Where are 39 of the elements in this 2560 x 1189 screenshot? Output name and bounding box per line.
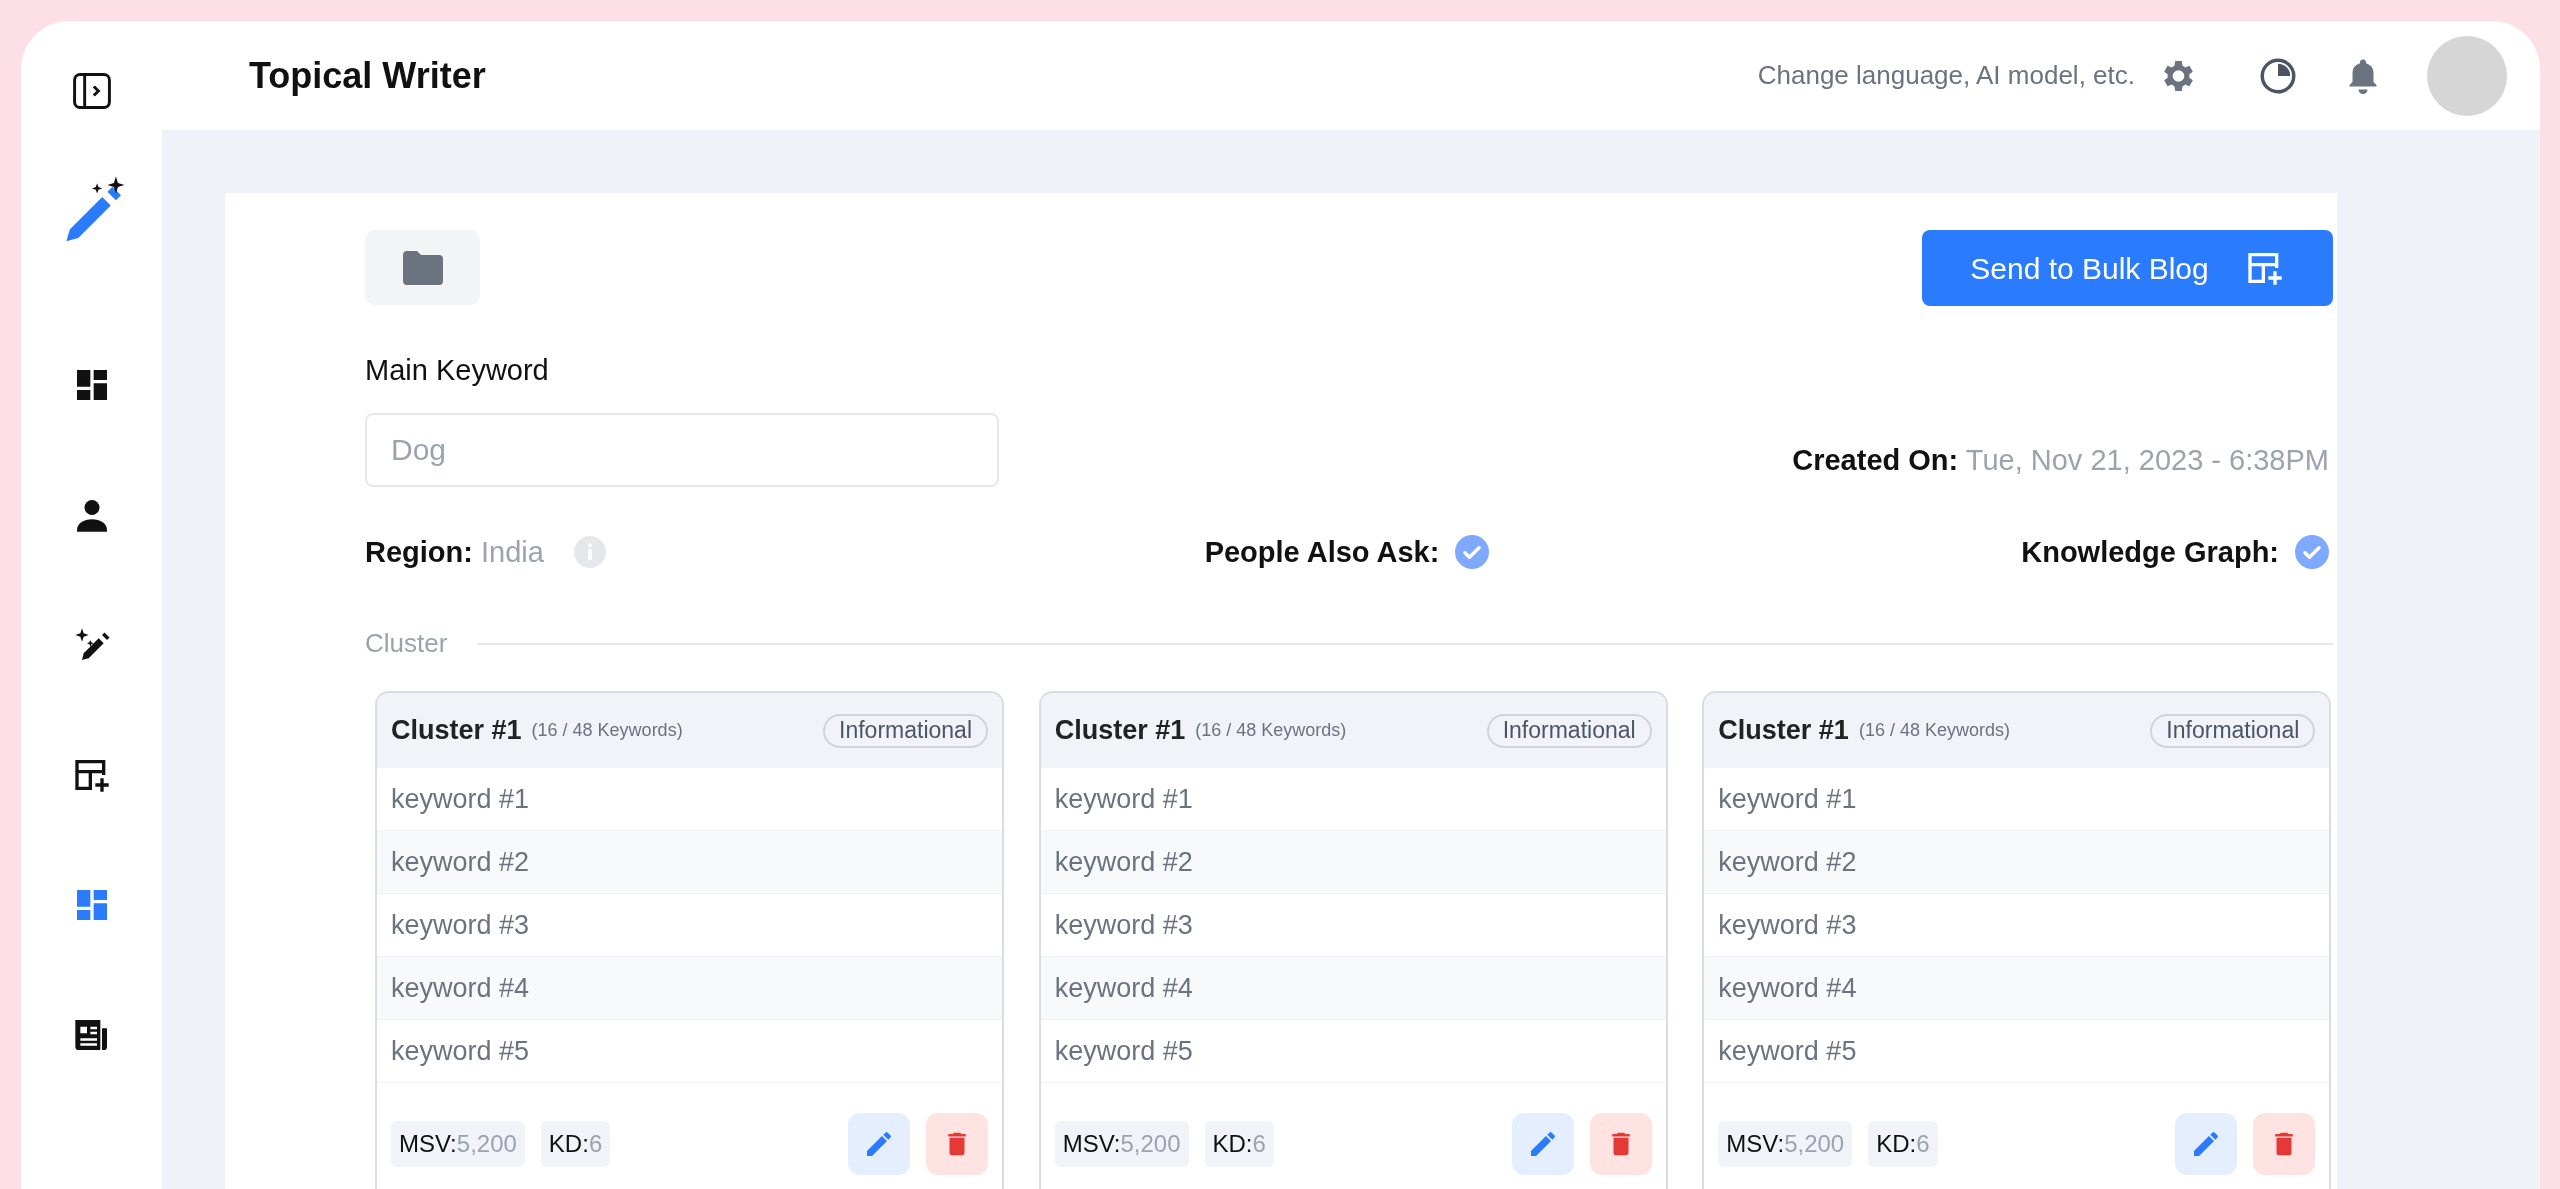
intent-tag: Informational bbox=[1486, 713, 1652, 748]
msv-stat: MSV:5,200 bbox=[1054, 1121, 1189, 1167]
created-on-text: Created On: Tue, Nov 21, 2023 - 6:38PM bbox=[1792, 443, 2329, 478]
main-keyword-field[interactable]: Dog bbox=[365, 412, 999, 487]
region-text: Region: India bbox=[365, 534, 544, 570]
cluster-title: Cluster #1 bbox=[1054, 714, 1186, 748]
keyword-row[interactable]: keyword #4 bbox=[1704, 957, 2330, 1020]
keyword-row[interactable]: keyword #2 bbox=[1704, 831, 2330, 894]
cluster-section-label: Cluster bbox=[365, 627, 448, 660]
msv-stat: MSV:5,200 bbox=[1718, 1121, 1853, 1167]
kd-stat: KD:6 bbox=[1204, 1121, 1274, 1167]
knowledge-graph-label: Knowledge Graph: bbox=[2021, 534, 2279, 570]
keyword-row[interactable]: keyword #4 bbox=[377, 957, 1002, 1020]
intent-tag: Informational bbox=[823, 713, 988, 748]
people-also-ask-label: People Also Ask: bbox=[1204, 534, 1440, 570]
keyword-count: (16 / 48 Keywords) bbox=[531, 719, 683, 742]
edit-button[interactable] bbox=[1511, 1113, 1574, 1175]
folder-button[interactable] bbox=[365, 230, 480, 305]
delete-button[interactable] bbox=[1589, 1113, 1652, 1175]
delete-button[interactable] bbox=[2253, 1113, 2316, 1175]
edit-button[interactable] bbox=[2175, 1113, 2238, 1175]
delete-button[interactable] bbox=[926, 1113, 988, 1175]
send-to-bulk-blog-button[interactable]: Send to Bulk Blog bbox=[1922, 230, 2333, 306]
keyword-row[interactable]: keyword #4 bbox=[1040, 957, 1666, 1020]
kd-stat: KD:6 bbox=[1868, 1121, 1938, 1167]
kd-stat: KD:6 bbox=[540, 1121, 611, 1167]
edit-button[interactable] bbox=[848, 1113, 910, 1175]
msv-stat: MSV:5,200 bbox=[391, 1121, 525, 1167]
folder-icon bbox=[402, 250, 443, 285]
main-keyword-label: Main Keyword bbox=[365, 353, 550, 388]
keyword-count: (16 / 48 Keywords) bbox=[1195, 719, 1347, 742]
cluster-title: Cluster #1 bbox=[1718, 714, 1849, 748]
keyword-row[interactable]: keyword #2 bbox=[377, 831, 1002, 894]
keyword-count: (16 / 48 Keywords) bbox=[1858, 719, 2010, 742]
intent-tag: Informational bbox=[2150, 713, 2316, 748]
keyword-row[interactable]: keyword #2 bbox=[1040, 831, 1666, 894]
settings-hint: Change language, AI model, etc. bbox=[1757, 59, 2135, 92]
cluster-title: Cluster #1 bbox=[391, 714, 522, 748]
app-title: Topical Writer bbox=[249, 53, 486, 98]
